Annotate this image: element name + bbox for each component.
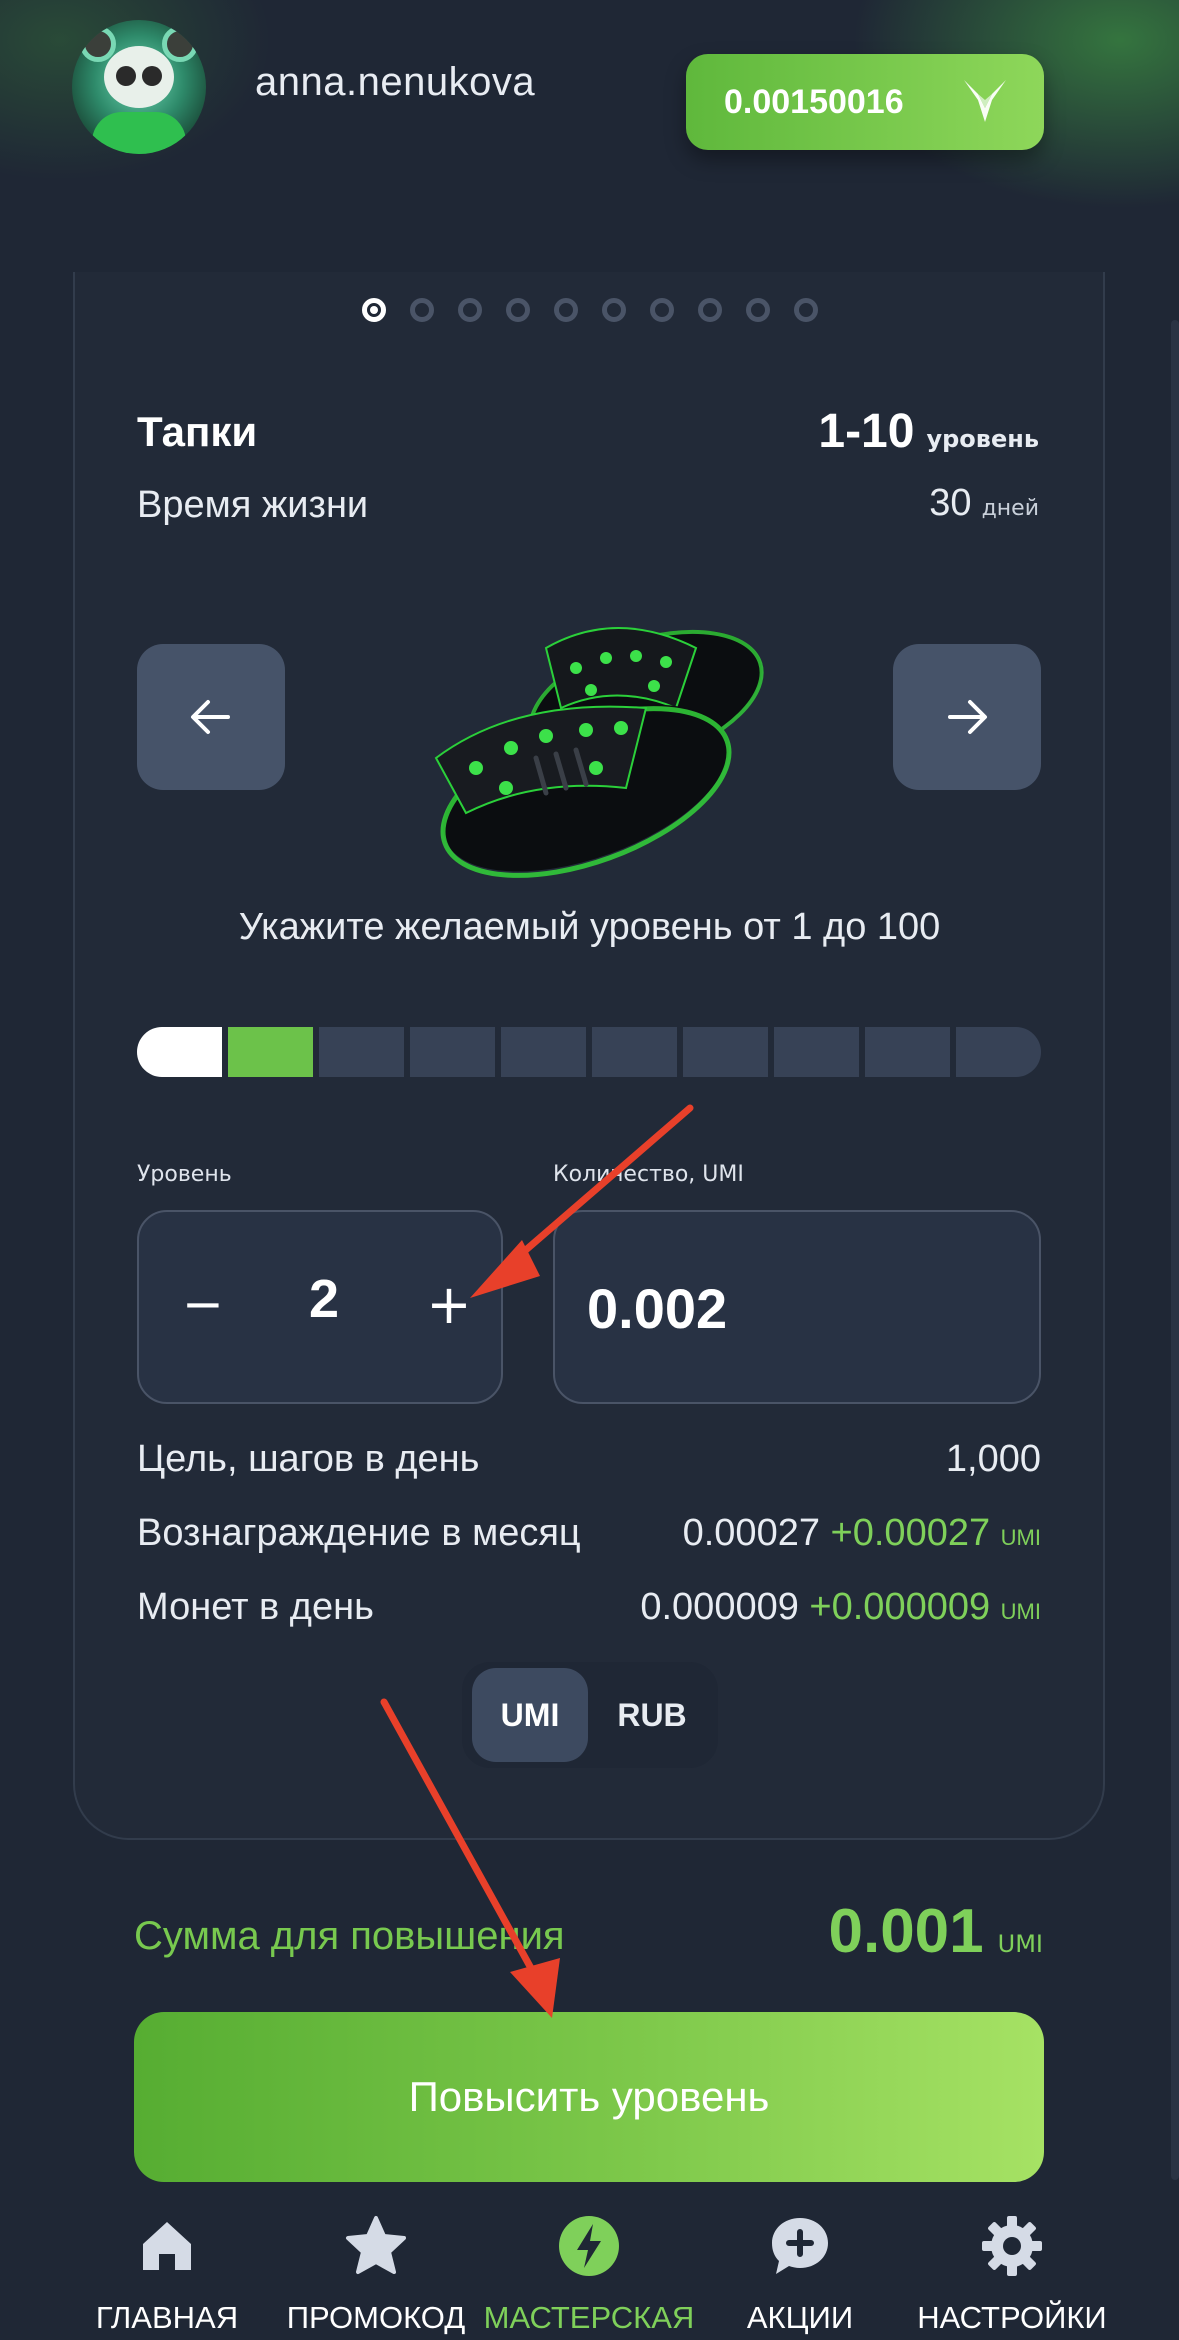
level-range-unit: уровень — [926, 425, 1039, 453]
avatar-ear — [80, 26, 116, 62]
level-segment[interactable] — [592, 1027, 677, 1077]
reward-bonus: +0.00027 — [830, 1512, 991, 1554]
quantity-label: Количество, UMI — [553, 1162, 744, 1187]
goal-label: Цель, шагов в день — [137, 1438, 480, 1480]
bottom-nav: ГЛАВНАЯ ПРОМОКОД МАСТЕРСКАЯ АКЦИИ НАСТРО… — [0, 2186, 1179, 2340]
balance-badge[interactable]: 0.00150016 — [686, 54, 1044, 150]
lifetime-value: 30 дней — [929, 482, 1039, 525]
nav-label: ПРОМОКОД — [286, 2300, 466, 2335]
arrow-right-icon — [948, 700, 987, 734]
level-segment[interactable] — [137, 1027, 222, 1077]
gear-icon — [982, 2216, 1042, 2276]
level-segment[interactable] — [228, 1027, 313, 1077]
level-segment[interactable] — [956, 1027, 1041, 1077]
level-progress-bar[interactable] — [137, 1027, 1041, 1077]
upgrade-sum-label: Сумма для повышения — [134, 1914, 565, 1958]
coins-value: 0.000009 — [640, 1586, 799, 1628]
item-level-range: 1-10 уровень — [818, 404, 1039, 459]
quantity-value: 0.002 — [587, 1277, 728, 1340]
quantity-field[interactable]: 0.002 — [553, 1210, 1041, 1404]
slippers-image — [434, 627, 764, 878]
coins-bonus: +0.000009 — [809, 1586, 991, 1628]
nav-label: ГЛАВНАЯ — [95, 2300, 239, 2335]
annotation-arrowhead-2 — [510, 1958, 560, 2018]
level-range-value: 1-10 — [818, 405, 915, 458]
level-segment[interactable] — [683, 1027, 768, 1077]
nav-item-promocode[interactable]: ПРОМОКОД — [266, 2214, 486, 2336]
upgrade-level-button[interactable]: Повысить уровень — [134, 2012, 1044, 2182]
chat-plus-icon — [772, 2218, 828, 2274]
nav-item-workshop[interactable]: МАСТЕРСКАЯ — [479, 2214, 699, 2336]
avatar-body — [92, 112, 186, 154]
carousel-dot[interactable] — [602, 298, 626, 322]
level-segment[interactable] — [319, 1027, 404, 1077]
level-segment[interactable] — [774, 1027, 859, 1077]
carousel-dot[interactable] — [506, 298, 530, 322]
avatar-face — [104, 46, 174, 108]
upgrade-sum-unit: UMI — [997, 1930, 1043, 1958]
goal-value: 1,000 — [945, 1438, 1041, 1480]
currency-option-rub[interactable]: RUB — [596, 1668, 708, 1762]
carousel-dot[interactable] — [650, 298, 674, 322]
avatar[interactable] — [72, 20, 206, 154]
carousel-dot-active[interactable] — [362, 298, 386, 322]
coins-values: 0.000009 +0.000009 UMI — [640, 1586, 1041, 1629]
nav-label: МАСТЕРСКАЯ — [483, 2300, 695, 2335]
level-value[interactable]: 2 — [279, 1268, 369, 1330]
carousel-dot[interactable] — [554, 298, 578, 322]
nav-item-home[interactable]: ГЛАВНАЯ — [57, 2214, 277, 2336]
next-item-button[interactable] — [893, 644, 1041, 790]
level-label: Уровень — [137, 1162, 232, 1187]
star-icon — [346, 2216, 406, 2274]
balance-value: 0.00150016 — [724, 82, 904, 121]
scrollbar[interactable] — [1171, 320, 1179, 2180]
level-segment[interactable] — [865, 1027, 950, 1077]
carousel-dot[interactable] — [458, 298, 482, 322]
carousel-dot[interactable] — [410, 298, 434, 322]
reward-unit: UMI — [1000, 1525, 1041, 1550]
upgrade-sum-value: 0.001 — [828, 1897, 984, 1966]
username: anna.nenukova — [255, 60, 536, 104]
item-title: Тапки — [137, 408, 258, 455]
level-segment[interactable] — [410, 1027, 495, 1077]
nav-label: НАСТРОЙКИ — [917, 2300, 1107, 2335]
coins-label: Монет в день — [137, 1586, 374, 1628]
increase-level-button[interactable]: + — [419, 1273, 479, 1336]
fox-logo-icon — [964, 80, 1006, 122]
nav-item-settings[interactable]: НАСТРОЙКИ — [902, 2214, 1122, 2336]
nav-item-promotions[interactable]: АКЦИИ — [690, 2214, 910, 2336]
upgrade-sum: 0.001 UMI — [828, 1896, 1043, 1967]
level-segment[interactable] — [501, 1027, 586, 1077]
currency-toggle: UMI RUB — [462, 1662, 718, 1768]
lifetime-number: 30 — [929, 482, 972, 524]
avatar-eye — [116, 66, 136, 86]
reward-values: 0.00027 +0.00027 UMI — [683, 1512, 1041, 1555]
home-icon — [143, 2222, 191, 2270]
decrease-level-button[interactable]: − — [173, 1274, 233, 1334]
nav-label: АКЦИИ — [746, 2300, 854, 2335]
carousel-dots — [362, 298, 818, 322]
reward-label: Вознаграждение в месяц — [137, 1512, 581, 1554]
currency-option-umi[interactable]: UMI — [472, 1668, 588, 1762]
level-hint: Укажите желаемый уровень от 1 до 100 — [238, 906, 941, 948]
coins-unit: UMI — [1000, 1599, 1041, 1624]
reward-value: 0.00027 — [682, 1512, 820, 1554]
avatar-eye — [142, 66, 162, 86]
bolt-icon — [559, 2216, 619, 2276]
avatar-ear — [162, 26, 198, 62]
lifetime-unit: дней — [981, 496, 1039, 521]
lifetime-label: Время жизни — [137, 484, 369, 526]
carousel-dot[interactable] — [794, 298, 818, 322]
carousel-dot[interactable] — [698, 298, 722, 322]
level-stepper: − 2 + — [137, 1210, 503, 1404]
prev-item-button[interactable] — [137, 644, 285, 790]
arrow-left-icon — [191, 700, 230, 734]
carousel-dot[interactable] — [746, 298, 770, 322]
